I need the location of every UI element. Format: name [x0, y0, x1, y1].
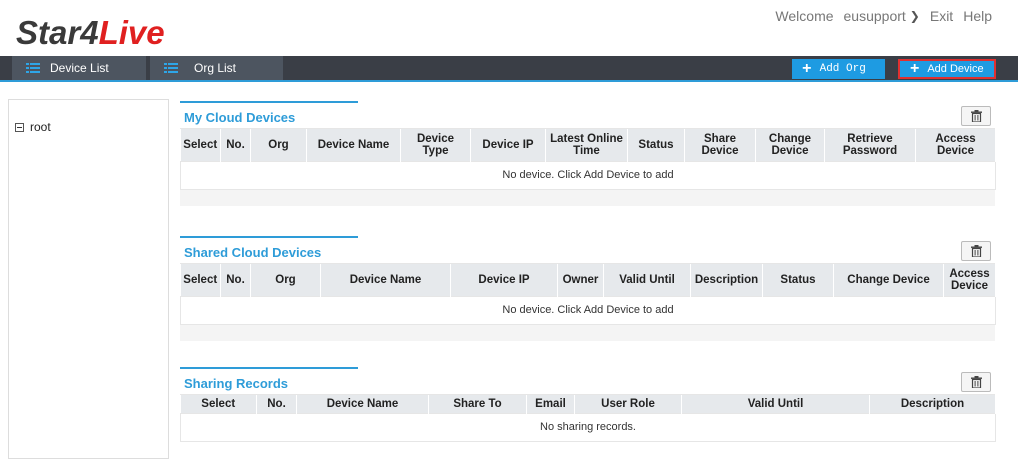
- list-icon: [164, 62, 178, 74]
- empty-message: No device. Click Add Device to add: [180, 160, 996, 190]
- panel-footer: [180, 189, 995, 206]
- column-header: Status: [762, 264, 834, 296]
- list-icon: [26, 62, 40, 74]
- empty-row: No device. Click Add Device to add: [180, 295, 996, 325]
- org-tree-sidebar: root: [8, 99, 169, 459]
- panel-header: Shared Cloud Devices: [180, 236, 995, 264]
- add-device-button[interactable]: + Add Device: [898, 59, 996, 79]
- column-header: Description: [869, 395, 996, 413]
- column-header: Device IP: [450, 264, 558, 296]
- tab-label: Device List: [50, 61, 109, 75]
- tab-org-list[interactable]: Org List: [150, 56, 283, 80]
- empty-message: No sharing records.: [180, 412, 996, 442]
- delete-button[interactable]: [961, 241, 991, 261]
- nav-bar: Device List Org List + Add Org + Add Dev…: [0, 56, 1018, 82]
- sharing-records-table: Select No. Device Name Share To Email Us…: [180, 395, 996, 442]
- top-links: Welcome eusupport ❯ Exit Help: [775, 8, 992, 24]
- plus-icon: +: [910, 60, 920, 77]
- column-header: Device IP: [470, 129, 546, 161]
- empty-row: No sharing records.: [180, 412, 996, 442]
- chevron-down-icon[interactable]: ❯: [910, 9, 920, 23]
- welcome-text: Welcome: [775, 8, 834, 24]
- table-header-row: Select No. Device Name Share To Email Us…: [180, 395, 996, 413]
- add-device-label: Add Device: [927, 63, 984, 75]
- my-cloud-devices-panel: My Cloud Devices Select No. Org Device N…: [180, 101, 996, 206]
- column-header: No.: [220, 264, 251, 296]
- user-menu[interactable]: eusupport: [844, 8, 906, 24]
- column-header: Retrieve Password: [824, 129, 916, 161]
- panel-title: My Cloud Devices: [184, 110, 296, 125]
- shared-cloud-devices-panel: Shared Cloud Devices Select No. Org Devi…: [180, 236, 996, 341]
- column-header: User Role: [574, 395, 682, 413]
- column-header: Select: [180, 129, 221, 161]
- logo-text-part1: Star4: [16, 14, 99, 51]
- column-header: Select: [180, 264, 221, 296]
- delete-button[interactable]: [961, 372, 991, 392]
- column-header: Access Device: [915, 129, 996, 161]
- column-header: Valid Until: [681, 395, 870, 413]
- tree-node-root[interactable]: root: [15, 120, 51, 134]
- panel-accent-line: [180, 367, 358, 369]
- column-header: Org: [250, 264, 321, 296]
- column-header: Status: [627, 129, 685, 161]
- column-header: Description: [690, 264, 763, 296]
- column-header: Share To: [428, 395, 527, 413]
- panel-header: Sharing Records: [180, 367, 995, 395]
- panel-title: Sharing Records: [184, 376, 289, 391]
- column-header: Select: [180, 395, 257, 413]
- panel-header: My Cloud Devices: [180, 101, 995, 129]
- column-header: Share Device: [684, 129, 756, 161]
- column-header: No.: [220, 129, 251, 161]
- collapse-box-icon[interactable]: [15, 122, 24, 132]
- shared-cloud-devices-table: Select No. Org Device Name Device IP Own…: [180, 264, 996, 325]
- column-header: Device Name: [306, 129, 401, 161]
- table-header-row: Select No. Org Device Name Device Type D…: [180, 129, 996, 161]
- tab-device-list[interactable]: Device List: [12, 56, 146, 80]
- empty-message: No device. Click Add Device to add: [180, 295, 996, 325]
- logo-text-part2: Live: [98, 14, 165, 51]
- column-header: Access Device: [943, 264, 996, 296]
- logo: Star4Live: [16, 14, 165, 52]
- delete-button[interactable]: [961, 106, 991, 126]
- column-header: Owner: [557, 264, 604, 296]
- table-header-row: Select No. Org Device Name Device IP Own…: [180, 264, 996, 296]
- tree-node-label: root: [30, 120, 51, 134]
- column-header: Change Device: [833, 264, 944, 296]
- empty-row: No device. Click Add Device to add: [180, 160, 996, 190]
- trash-icon: [970, 110, 982, 122]
- header: Star4Live Welcome eusupport ❯ Exit Help: [0, 0, 1018, 56]
- column-header: Device Name: [296, 395, 429, 413]
- panel-title: Shared Cloud Devices: [184, 245, 322, 260]
- add-org-button[interactable]: + Add Org: [792, 59, 885, 79]
- column-header: Device Type: [400, 129, 471, 161]
- my-cloud-devices-table: Select No. Org Device Name Device Type D…: [180, 129, 996, 190]
- column-header: Valid Until: [603, 264, 691, 296]
- tab-label: Org List: [194, 61, 237, 75]
- column-header: Org: [250, 129, 307, 161]
- panel-footer: [180, 324, 995, 341]
- help-link[interactable]: Help: [963, 8, 992, 24]
- add-org-label: Add Org: [819, 63, 866, 75]
- plus-icon: +: [802, 60, 812, 78]
- column-header: Latest Online Time: [545, 129, 628, 161]
- column-header: Email: [526, 395, 575, 413]
- trash-icon: [970, 245, 982, 257]
- trash-icon: [970, 376, 982, 388]
- exit-link[interactable]: Exit: [930, 8, 953, 24]
- panel-accent-line: [180, 101, 358, 103]
- column-header: Device Name: [320, 264, 451, 296]
- column-header: Change Device: [755, 129, 825, 161]
- panel-accent-line: [180, 236, 358, 238]
- column-header: No.: [256, 395, 297, 413]
- sharing-records-panel: Sharing Records Select No. Device Name S…: [180, 367, 996, 442]
